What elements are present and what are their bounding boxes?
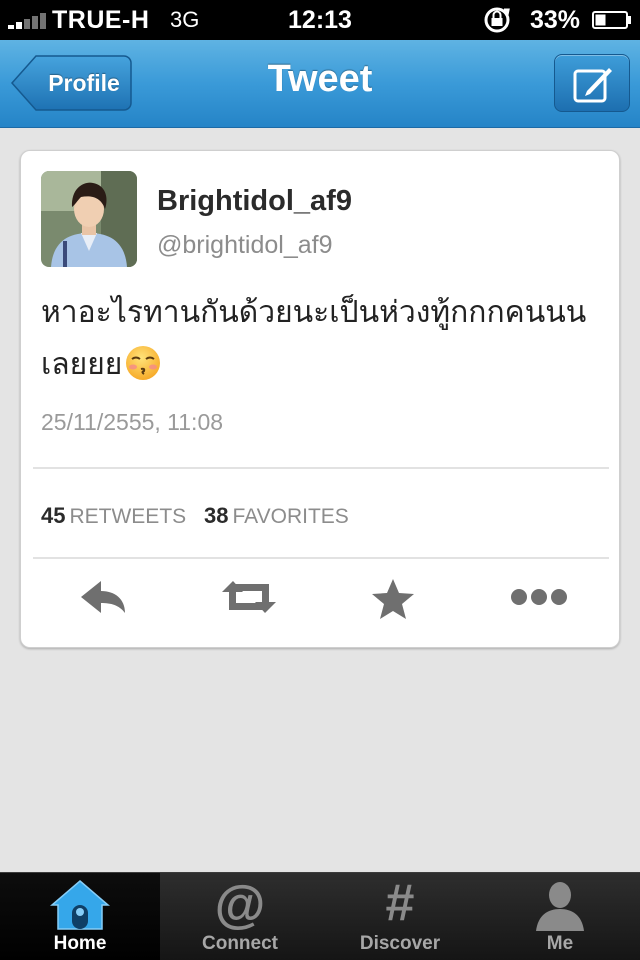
reply-button[interactable] bbox=[63, 577, 143, 627]
favorite-button[interactable] bbox=[353, 577, 433, 627]
tab-label: Connect bbox=[202, 933, 278, 954]
status-bar: TRUE-H 3G 12:13 33% bbox=[0, 0, 640, 40]
favorites-stat[interactable]: 38 FAVORITES bbox=[204, 503, 349, 529]
compose-icon bbox=[573, 68, 612, 103]
tweet-stats: 45 RETWEETS 38 FAVORITES bbox=[41, 503, 361, 529]
home-icon bbox=[50, 880, 110, 930]
battery-icon bbox=[592, 11, 631, 29]
favorites-count: 38 bbox=[204, 503, 229, 528]
user-avatar[interactable] bbox=[41, 171, 137, 267]
more-icon bbox=[511, 589, 567, 605]
retweets-stat[interactable]: 45 RETWEETS bbox=[41, 503, 186, 529]
tweet-timestamp: 25/11/2555, 11:08 bbox=[41, 409, 224, 435]
rotation-lock-icon bbox=[484, 7, 510, 33]
tab-bar: Home @ Connect # Discover Me bbox=[0, 872, 640, 960]
tab-me[interactable]: Me bbox=[480, 873, 640, 960]
favorite-icon bbox=[372, 579, 414, 619]
tweet-text: หาอะไรทานกันด้วยนะเป็นห่วงทู้กกกคนนนเลยย… bbox=[41, 295, 587, 382]
retweet-button[interactable] bbox=[209, 577, 289, 627]
favorites-label: FAVORITES bbox=[232, 505, 349, 528]
reply-icon bbox=[81, 581, 125, 613]
tab-label: Home bbox=[53, 933, 107, 954]
battery-percent: 33% bbox=[530, 6, 581, 34]
tab-home[interactable]: Home bbox=[0, 873, 160, 960]
compose-tweet-button[interactable] bbox=[554, 54, 630, 112]
tab-connect[interactable]: @ Connect bbox=[160, 873, 320, 960]
avatar-image bbox=[41, 171, 137, 267]
kissing-face-icon bbox=[124, 344, 162, 399]
retweets-label: RETWEETS bbox=[69, 505, 187, 528]
divider bbox=[33, 467, 609, 469]
retweet-icon bbox=[222, 581, 276, 613]
retweets-count: 45 bbox=[41, 503, 66, 528]
hash-icon: # bbox=[385, 874, 415, 932]
person-icon bbox=[536, 882, 584, 931]
navigation-bar: Profile Tweet bbox=[0, 40, 640, 128]
more-options-button[interactable] bbox=[499, 577, 579, 627]
at-icon: @ bbox=[214, 876, 266, 934]
user-handle: @brightidol_af9 bbox=[157, 231, 333, 259]
tab-label: Discover bbox=[359, 933, 441, 954]
divider bbox=[33, 557, 609, 559]
display-name[interactable]: Brightidol_af9 bbox=[157, 185, 352, 218]
tweet-body: หาอะไรทานกันด้วยนะเป็นห่วงทู้กกกคนนนเลยย… bbox=[41, 287, 607, 399]
tweet-actions bbox=[21, 569, 621, 639]
tab-label: Me bbox=[546, 933, 574, 954]
tweet-detail-card: Brightidol_af9 @brightidol_af9 หาอะไรทาน… bbox=[20, 150, 620, 648]
tab-discover[interactable]: # Discover bbox=[320, 873, 480, 960]
page-title: Tweet bbox=[267, 58, 373, 100]
